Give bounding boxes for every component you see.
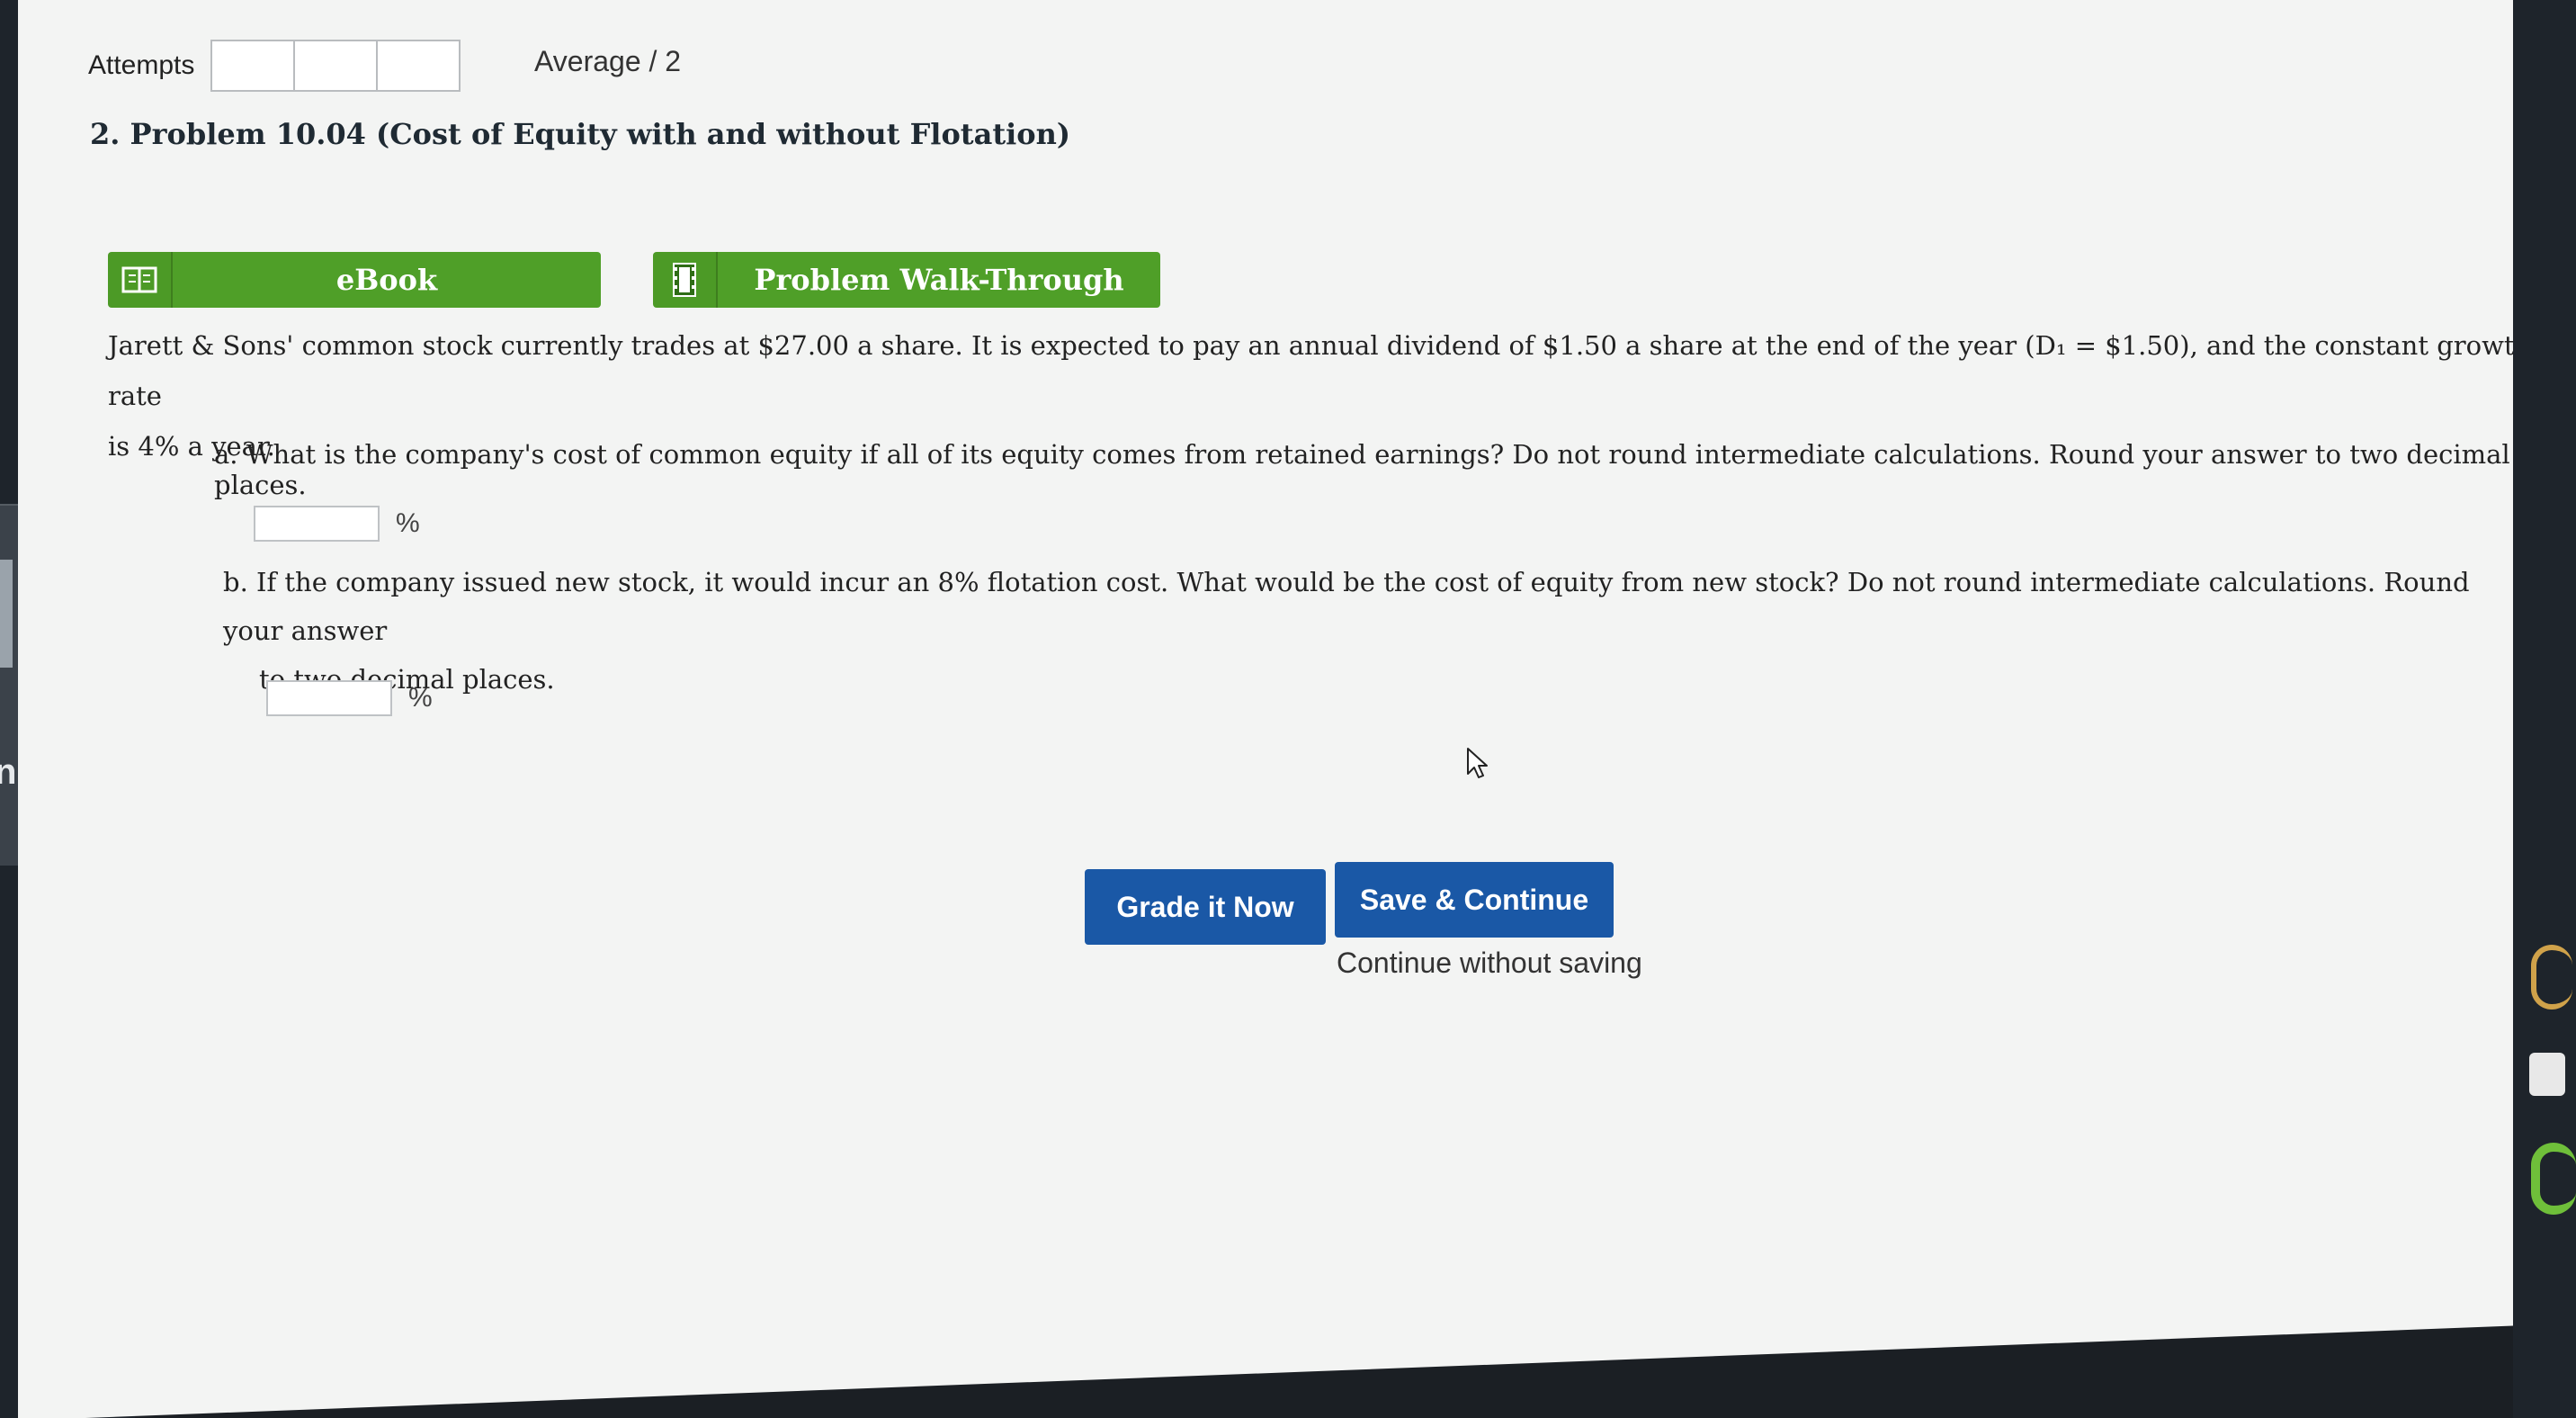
attempt-slot	[376, 40, 461, 92]
attempt-slot	[293, 40, 378, 92]
side-tab	[0, 560, 13, 668]
continue-without-saving-link[interactable]: Continue without saving	[1337, 947, 1642, 980]
book-icon	[108, 252, 171, 308]
average-score: Average / 2	[534, 45, 682, 77]
attempts-indicator	[210, 40, 461, 92]
edge-icon	[2529, 1053, 2565, 1096]
ebook-button[interactable]: eBook	[108, 252, 601, 308]
answer-a-group: %	[254, 506, 420, 542]
question-a: a. What is the company's cost of common …	[214, 439, 2510, 500]
save-and-continue-button[interactable]: Save & Continue	[1335, 862, 1614, 938]
answer-a-unit: %	[396, 508, 420, 538]
assignment-page: Attempts Average / 2 2. Problem 10.04 (C…	[18, 0, 2513, 1418]
attempt-slot	[210, 40, 295, 92]
right-edge-strip	[2513, 0, 2576, 1418]
problem-title: 2. Problem 10.04 (Cost of Equity with an…	[90, 117, 1070, 151]
answer-b-input[interactable]	[266, 680, 392, 716]
ebook-label: eBook	[171, 252, 601, 308]
answer-a-input[interactable]	[254, 506, 380, 542]
walkthrough-button[interactable]: Problem Walk-Through	[653, 252, 1160, 308]
walkthrough-label: Problem Walk-Through	[716, 252, 1160, 308]
edge-icon	[2531, 945, 2572, 1010]
question-b-line: b. If the company issued new stock, it w…	[223, 567, 2470, 646]
attempts-label: Attempts	[88, 50, 195, 80]
grade-it-now-button[interactable]: Grade it Now	[1085, 869, 1326, 945]
answer-b-unit: %	[408, 683, 433, 713]
answer-b-group: %	[266, 680, 433, 716]
edge-icon	[2531, 1143, 2576, 1215]
problem-statement-line: Jarett & Sons' common stock currently tr…	[108, 330, 2532, 411]
film-icon	[653, 252, 716, 308]
mouse-pointer-icon	[1466, 747, 1489, 784]
question-b: b. If the company issued new stock, it w…	[223, 558, 2513, 704]
question-b-line: to two decimal places.	[259, 664, 555, 695]
